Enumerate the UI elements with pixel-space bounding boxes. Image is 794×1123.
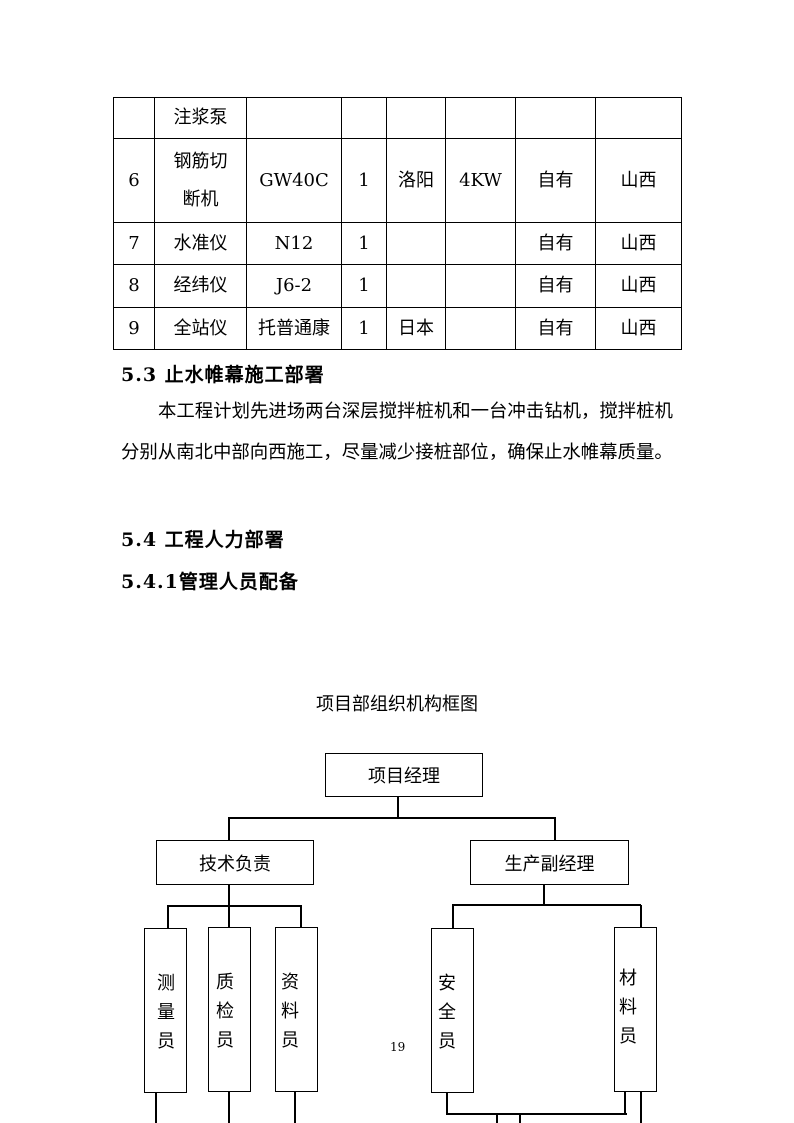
cell-qty: 1 [341,264,387,308]
org-node-surveyor: 测量员 [144,928,187,1093]
connector-line [167,905,302,907]
section-5-4-1-heading: 5.4.1管理人员配备 [121,571,299,593]
table-row: 注浆泵 [113,97,682,139]
connector-line [496,1113,498,1123]
org-node-label: 安全员 [438,973,456,1052]
org-node-project-manager: 项目经理 [325,753,483,797]
table-row: 9 全站仪 托普通康 1 日本 自有 山西 [113,307,682,350]
cell-model: N12 [246,222,342,265]
cell-no: 7 [113,222,155,265]
table-row: 7 水准仪 N12 1 自有 山西 [113,222,682,265]
connector-line [397,796,399,818]
cell-owner: 自有 [515,222,596,265]
cell-model [246,97,342,139]
cell-name: 注浆泵 [154,97,247,139]
connector-line [155,1092,157,1123]
section-5-3-body: 本工程计划先进场两台深层搅拌桩机和一台冲击钻机，搅拌桩机分别从南北中部向西施工，… [121,391,681,473]
org-node-label: 测量员 [157,973,175,1052]
cell-name: 水准仪 [154,222,247,265]
cell-location: 山西 [595,307,682,350]
cell-owner: 自有 [515,307,596,350]
cell-owner: 自有 [515,138,596,223]
cell-no: 6 [113,138,155,223]
cell-qty [341,97,387,139]
equipment-table: 注浆泵 6 钢筋切 断机 GW40C 1 洛阳 4KW 自有 山西 7 水准仪 … [113,97,682,350]
cell-no [113,97,155,139]
org-node-production-deputy: 生产副经理 [470,840,629,885]
org-node-quality-inspector: 质检员 [208,927,251,1092]
cell-location: 山西 [595,222,682,265]
org-node-materials-clerk: 材料员 [614,927,657,1092]
cell-name: 钢筋切 断机 [154,138,247,223]
connector-line [228,1091,230,1123]
cell-origin [386,264,446,308]
cell-owner [515,97,596,139]
cell-model: J6-2 [246,264,342,308]
cell-power [445,264,516,308]
org-node-label: 项目经理 [368,766,440,787]
connector-line [452,904,454,928]
cell-qty: 1 [341,138,387,223]
cell-origin: 日本 [386,307,446,350]
connector-line [543,884,545,906]
cell-qty: 1 [341,307,387,350]
table-row: 6 钢筋切 断机 GW40C 1 洛阳 4KW 自有 山西 [113,138,682,223]
page-number: 19 [390,1040,406,1054]
cell-origin: 洛阳 [386,138,446,223]
org-node-label: 材料员 [619,968,637,1047]
org-node-label: 生产副经理 [504,853,595,875]
cell-location [595,97,682,139]
connector-line [228,817,556,819]
connector-line [519,1113,521,1123]
connector-line [300,905,302,928]
cell-power: 4KW [445,138,516,223]
connector-line [446,1092,448,1114]
body-paragraph: 本工程计划先进场两台深层搅拌桩机和一台冲击钻机，搅拌桩机分别从南北中部向西施工，… [121,401,673,463]
cell-name-line2: 断机 [182,188,219,210]
connector-line [640,1091,642,1123]
cell-power [445,307,516,350]
connector-line [228,817,230,840]
cell-name: 经纬仪 [154,264,247,308]
connector-line [640,905,642,928]
org-node-document-clerk: 资料员 [275,927,318,1092]
connector-line [167,905,169,928]
cell-no: 9 [113,307,155,350]
table-row: 8 经纬仪 J6-2 1 自有 山西 [113,264,682,308]
cell-origin [386,222,446,265]
connector-line [624,1091,626,1114]
section-5-3-heading: 5.3 止水帷幕施工部署 [121,364,325,386]
cell-name-line1: 钢筋切 [173,150,228,172]
connector-line [554,817,556,840]
cell-qty: 1 [341,222,387,265]
cell-power [445,222,516,265]
cell-location: 山西 [595,138,682,223]
connector-line [452,904,641,906]
cell-no: 8 [113,264,155,308]
org-node-label: 技术负责 [199,853,271,875]
cell-owner: 自有 [515,264,596,308]
cell-origin [386,97,446,139]
cell-location: 山西 [595,264,682,308]
cell-model: 托普通康 [246,307,342,350]
org-node-label: 质检员 [216,972,234,1051]
cell-name: 全站仪 [154,307,247,350]
org-node-safety-officer: 安全员 [431,928,474,1093]
cell-model: GW40C [246,138,342,223]
section-5-4-heading: 5.4 工程人力部署 [121,529,285,551]
org-chart-title: 项目部组织机构框图 [316,694,478,715]
org-node-technical-lead: 技术负责 [156,840,314,885]
connector-line [294,1091,296,1123]
org-node-label: 资料员 [281,972,299,1051]
cell-power [445,97,516,139]
connector-line [446,1113,627,1115]
